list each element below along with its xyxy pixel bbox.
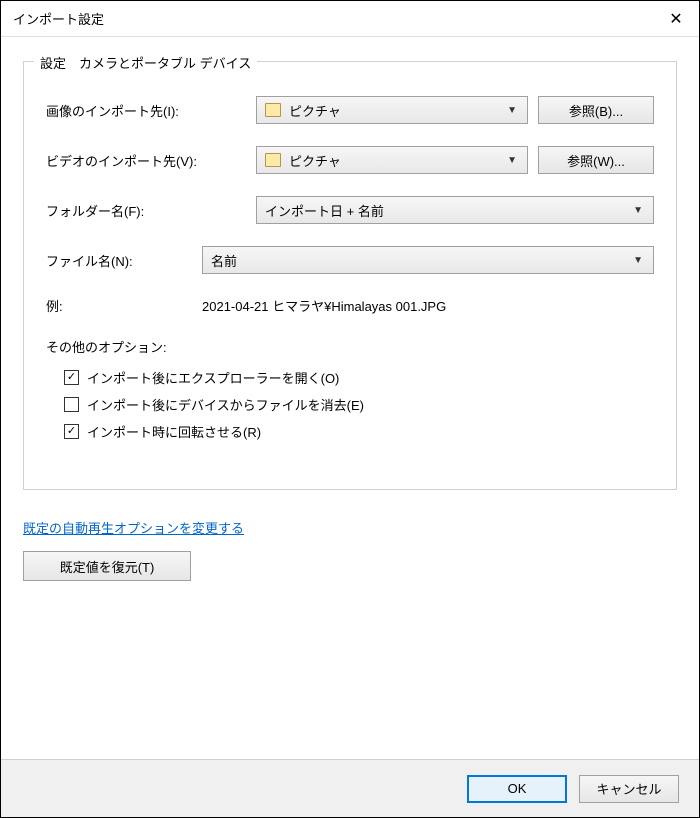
folder-name-select[interactable]: インポート日 + 名前 ▼ — [256, 196, 654, 224]
folder-name-value: インポート日 + 名前 — [265, 201, 384, 220]
ok-button[interactable]: OK — [467, 775, 567, 803]
image-dest-label: 画像のインポート先(I): — [46, 101, 246, 120]
dialog-footer: OK キャンセル — [1, 759, 699, 817]
checkbox-rotate[interactable]: ✓ — [64, 424, 79, 439]
groupbox-label: 設定 カメラとポータブル デバイス — [34, 53, 257, 72]
close-button[interactable]: ✕ — [653, 1, 699, 37]
checkbox-delete[interactable] — [64, 397, 79, 412]
folder-name-label: フォルダー名(F): — [46, 201, 246, 220]
checkbox-rotate-row: ✓ インポート時に回転させる(R) — [64, 422, 654, 441]
chevron-down-icon: ▼ — [507, 105, 517, 116]
chevron-down-icon: ▼ — [507, 155, 517, 166]
file-name-row: ファイル名(N): 名前 ▼ — [46, 246, 654, 274]
image-browse-button[interactable]: 参照(B)... — [538, 96, 654, 124]
content-area: 設定 カメラとポータブル デバイス 画像のインポート先(I): ピクチャ ▼ 参… — [1, 37, 699, 759]
file-name-label: ファイル名(N): — [46, 251, 192, 270]
video-browse-button[interactable]: 参照(W)... — [538, 146, 654, 174]
titlebar: インポート設定 ✕ — [1, 1, 699, 37]
video-dest-value: ピクチャ — [289, 151, 341, 170]
chevron-down-icon: ▼ — [633, 255, 643, 266]
chevron-down-icon: ▼ — [633, 205, 643, 216]
folder-icon — [265, 103, 281, 117]
file-name-select[interactable]: 名前 ▼ — [202, 246, 654, 274]
checkbox-delete-label: インポート後にデバイスからファイルを消去(E) — [87, 395, 364, 414]
autoplay-link[interactable]: 既定の自動再生オプションを変更する — [23, 518, 244, 537]
window-title: インポート設定 — [13, 9, 653, 28]
example-row: 例: 2021-04-21 ヒマラヤ¥Himalayas 001.JPG — [46, 296, 654, 315]
video-dest-select[interactable]: ピクチャ ▼ — [256, 146, 528, 174]
example-value: 2021-04-21 ヒマラヤ¥Himalayas 001.JPG — [202, 296, 446, 315]
file-name-value: 名前 — [211, 251, 237, 270]
image-dest-row: 画像のインポート先(I): ピクチャ ▼ 参照(B)... — [46, 96, 654, 124]
folder-name-row: フォルダー名(F): インポート日 + 名前 ▼ — [46, 196, 654, 224]
other-options-label: その他のオプション: — [46, 337, 654, 356]
cancel-button[interactable]: キャンセル — [579, 775, 679, 803]
checkbox-delete-row: インポート後にデバイスからファイルを消去(E) — [64, 395, 654, 414]
restore-defaults-button[interactable]: 既定値を復元(T) — [23, 551, 191, 581]
video-dest-row: ビデオのインポート先(V): ピクチャ ▼ 参照(W)... — [46, 146, 654, 174]
checkbox-open-explorer[interactable]: ✓ — [64, 370, 79, 385]
video-dest-label: ビデオのインポート先(V): — [46, 151, 246, 170]
dialog-window: インポート設定 ✕ 設定 カメラとポータブル デバイス 画像のインポート先(I)… — [0, 0, 700, 818]
settings-groupbox: 設定 カメラとポータブル デバイス 画像のインポート先(I): ピクチャ ▼ 参… — [23, 61, 677, 490]
folder-icon — [265, 153, 281, 167]
image-dest-select[interactable]: ピクチャ ▼ — [256, 96, 528, 124]
example-label: 例: — [46, 296, 192, 315]
checkbox-open-explorer-label: インポート後にエクスプローラーを開く(O) — [87, 368, 339, 387]
checkbox-open-explorer-row: ✓ インポート後にエクスプローラーを開く(O) — [64, 368, 654, 387]
image-dest-value: ピクチャ — [289, 101, 341, 120]
checkbox-rotate-label: インポート時に回転させる(R) — [87, 422, 261, 441]
